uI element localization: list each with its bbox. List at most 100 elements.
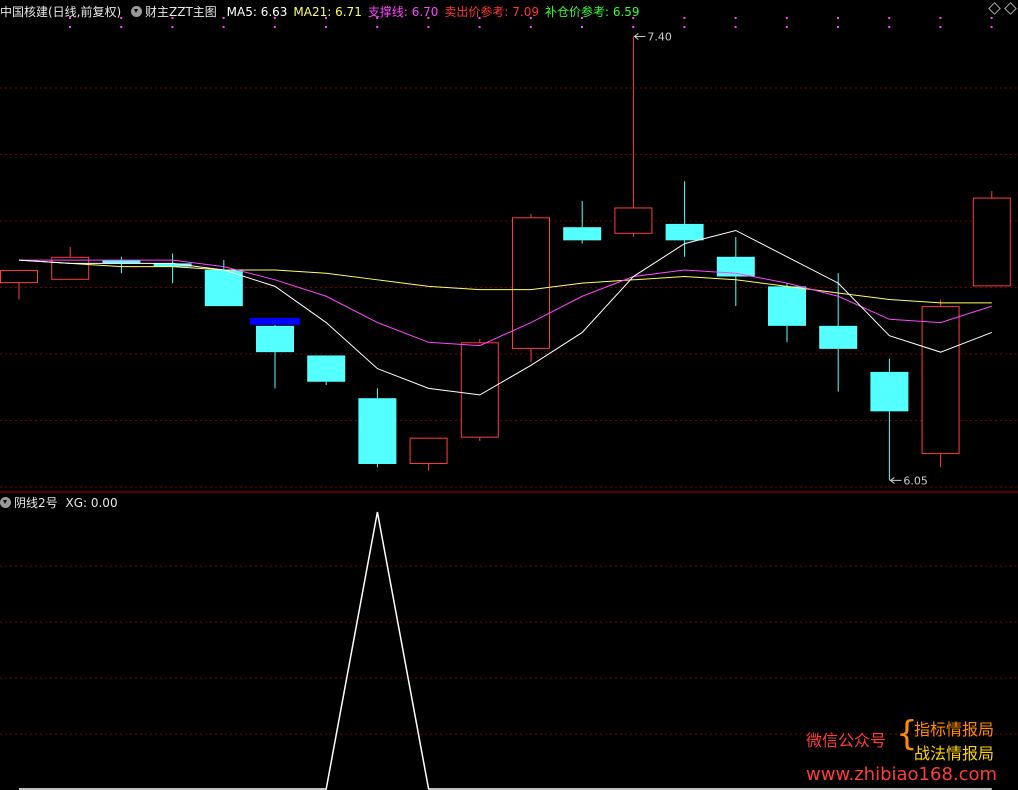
header-dot bbox=[785, 26, 788, 28]
indicator-value-3: 卖出价参考: 7.09 bbox=[444, 5, 539, 19]
header-dot bbox=[171, 26, 174, 28]
candle-body bbox=[972, 197, 1011, 287]
candle bbox=[716, 237, 755, 307]
candle bbox=[665, 181, 704, 257]
indicator-value-number: 7.09 bbox=[512, 5, 539, 19]
candle bbox=[409, 437, 448, 471]
candle bbox=[921, 299, 960, 468]
candle-body bbox=[409, 437, 448, 464]
candle-body bbox=[204, 269, 243, 307]
stock-chart[interactable]: 7.40 6.05 bbox=[0, 0, 1018, 790]
candle bbox=[153, 253, 192, 284]
header-dot bbox=[939, 26, 942, 28]
candle bbox=[102, 256, 141, 274]
indicator-value-number: 6.70 bbox=[411, 5, 439, 19]
main-grid bbox=[0, 87, 1018, 488]
indicator-selector[interactable]: 财主ZZT主图 bbox=[131, 5, 217, 19]
header-dot bbox=[376, 26, 379, 28]
header-dot bbox=[427, 26, 430, 28]
header-dot bbox=[837, 17, 839, 19]
header-dot bbox=[837, 26, 839, 28]
indicator-value-2: 支撑线: 6.70 bbox=[368, 5, 439, 19]
header-dot bbox=[325, 26, 327, 28]
header-dot bbox=[939, 17, 942, 19]
candle bbox=[870, 358, 909, 481]
indicator-value-4: 补仓价参考: 6.59 bbox=[545, 5, 640, 19]
candle-body bbox=[563, 227, 602, 241]
header-dot bbox=[683, 26, 686, 28]
indicator-value-0: MA5: 6.63 bbox=[227, 5, 288, 19]
header-dot bbox=[734, 17, 737, 19]
indicator-value-number: 6.71 bbox=[335, 5, 362, 19]
signal-marker bbox=[250, 317, 300, 325]
indicator-value-label: 支撑线: bbox=[367, 5, 412, 19]
header-dot bbox=[734, 26, 737, 28]
ma5-line bbox=[18, 229, 992, 396]
header-dot bbox=[581, 26, 583, 28]
candle-body bbox=[870, 371, 909, 412]
dropdown-circle-icon[interactable] bbox=[131, 6, 143, 17]
header-dot bbox=[478, 26, 481, 28]
indicator-value-label: 卖出价参考: bbox=[444, 5, 513, 19]
candle-body bbox=[0, 269, 38, 284]
indicator-value-1: MA21: 6.71 bbox=[293, 5, 361, 19]
header-dot bbox=[529, 26, 532, 28]
candle bbox=[358, 388, 397, 468]
indicator-value-label: MA5: bbox=[226, 5, 261, 19]
candle-body bbox=[921, 306, 960, 455]
header-dot bbox=[785, 17, 788, 19]
candle bbox=[0, 269, 38, 300]
watermark-line1: 指标情报局 bbox=[914, 720, 995, 739]
header-dot bbox=[990, 26, 993, 28]
indicator-values: MA5: 6.63 MA21: 6.71 支撑线: 6.70 卖出价参考: 7.09 补… bbox=[227, 5, 646, 19]
header-dot bbox=[273, 26, 276, 28]
candle bbox=[563, 200, 602, 244]
ma21-line bbox=[18, 259, 992, 304]
header-dot bbox=[120, 26, 123, 28]
xg-label: XG: bbox=[65, 496, 91, 510]
indicator-value-label: MA21: bbox=[293, 5, 336, 19]
candle-body bbox=[665, 223, 704, 241]
header-dot bbox=[632, 26, 635, 28]
annotation-arrow bbox=[889, 477, 902, 484]
header-dot bbox=[222, 26, 225, 28]
candle-body bbox=[358, 398, 397, 464]
indicator-value-number: 6.59 bbox=[612, 5, 640, 19]
candle-body bbox=[51, 256, 90, 280]
annotation-arrow bbox=[633, 33, 646, 40]
main-header: 中国核建(日线,前复权) 财主ZZT主图 MA5: 6.63 MA21: 6.71… bbox=[0, 3, 646, 19]
stock-title[interactable]: 中国核建(日线,前复权) bbox=[0, 5, 121, 19]
header-dot bbox=[888, 17, 891, 19]
sub-indicator-selector[interactable]: 阴线2号 bbox=[0, 496, 58, 510]
candle bbox=[460, 339, 499, 441]
candle-body bbox=[819, 325, 858, 349]
xg-value: 0.00 bbox=[90, 496, 118, 510]
candlestick-series[interactable] bbox=[0, 36, 1011, 481]
dropdown-circle-icon[interactable] bbox=[0, 497, 11, 508]
watermark-line2: 战法情报局 bbox=[914, 744, 995, 763]
candle bbox=[768, 283, 806, 343]
candle-body bbox=[256, 325, 294, 353]
candle bbox=[614, 36, 653, 238]
indicator-value-label: 补仓价参考: bbox=[544, 5, 613, 19]
annotation-label: 6.05 bbox=[903, 474, 928, 487]
annotation-label: 7.40 bbox=[647, 30, 672, 43]
indicator-value-number: 6.63 bbox=[260, 5, 288, 19]
candle bbox=[972, 191, 1011, 287]
indicator-name: 财主ZZT主图 bbox=[145, 5, 217, 19]
header-dot bbox=[888, 26, 891, 28]
sub-header: 阴线2号 XG: 0.00 bbox=[0, 494, 118, 511]
watermark-url: www.zhibiao168.com bbox=[806, 764, 998, 785]
header-dot bbox=[990, 17, 993, 19]
watermark-wechat: 微信公众号 bbox=[806, 731, 887, 750]
candle-body bbox=[614, 207, 653, 234]
candle-body bbox=[768, 286, 806, 326]
candle bbox=[307, 355, 346, 386]
header-dot bbox=[683, 17, 686, 19]
price-annotations: 7.40 6.05 bbox=[633, 30, 928, 487]
header-dot bbox=[69, 26, 71, 28]
sub-indicator-name: 阴线2号 bbox=[14, 496, 58, 510]
candle bbox=[256, 322, 294, 389]
sub-grid bbox=[0, 565, 1018, 735]
candle-body bbox=[307, 355, 346, 382]
